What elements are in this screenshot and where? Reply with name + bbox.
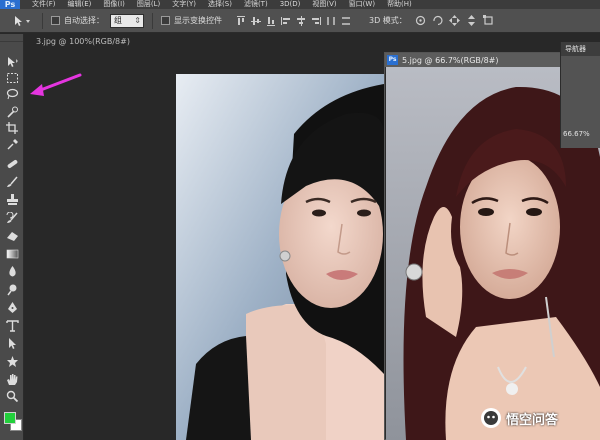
3d-pan-icon[interactable] [448, 15, 460, 26]
eyedropper-icon[interactable] [6, 138, 19, 150]
menu-image[interactable]: 图像(I) [103, 0, 125, 9]
options-separator [152, 12, 153, 29]
menu-layer[interactable]: 图层(L) [137, 0, 160, 9]
menu-filter[interactable]: 滤镜(T) [244, 0, 268, 9]
document-title: 5.jpg @ 66.7%(RGB/8#) [402, 55, 499, 65]
marquee-icon[interactable] [6, 72, 19, 84]
canvas-photo-1[interactable] [176, 74, 384, 440]
move-tool-icon [15, 15, 30, 26]
hand-icon[interactable] [6, 374, 19, 386]
distribute-icon[interactable] [326, 16, 336, 26]
options-bar: 自动选择： 组 显示变换控件 3D 模式： [0, 9, 600, 33]
auto-select-checkbox[interactable] [51, 16, 60, 25]
clone-stamp-icon[interactable] [6, 194, 19, 206]
quick-selection-icon[interactable] [6, 106, 19, 118]
align-buttons [236, 15, 351, 26]
lasso-icon[interactable] [6, 88, 19, 100]
photoshop-doc-icon: Ps [387, 55, 398, 65]
blur-icon[interactable] [6, 266, 19, 278]
annotation-arrow-icon [30, 73, 82, 96]
menu-view[interactable]: 视图(V) [312, 0, 336, 9]
align-left-icon[interactable] [281, 16, 291, 26]
menu-help[interactable]: 帮助(H) [387, 0, 412, 9]
3d-mode-buttons [415, 15, 494, 26]
distribute-icon[interactable] [341, 16, 351, 26]
toolbar-grip[interactable] [0, 34, 23, 42]
wukong-logo-icon [481, 408, 501, 428]
shape-icon[interactable] [6, 356, 19, 368]
zoom-icon[interactable] [6, 390, 19, 402]
3d-scale-icon[interactable] [482, 15, 494, 26]
pen-icon[interactable] [6, 302, 19, 314]
3d-rotate-icon[interactable] [415, 15, 426, 26]
watermark: 悟空问答 [480, 404, 596, 432]
type-icon[interactable] [6, 320, 19, 332]
tool-preset-picker[interactable] [12, 13, 34, 29]
menu-type[interactable]: 文字(Y) [172, 0, 196, 9]
dodge-icon[interactable] [6, 284, 19, 296]
menu-edit[interactable]: 编辑(E) [68, 0, 92, 9]
menu-select[interactable]: 选择(S) [208, 0, 232, 9]
show-transform-checkbox[interactable] [161, 16, 170, 25]
path-selection-icon[interactable] [6, 338, 19, 350]
foreground-color-swatch[interactable] [4, 412, 16, 424]
3d-slide-icon[interactable] [466, 15, 477, 26]
healing-brush-icon[interactable] [6, 158, 19, 170]
3d-roll-icon[interactable] [432, 15, 443, 26]
brush-icon[interactable] [6, 176, 19, 188]
options-separator [42, 12, 43, 29]
move-tool-icon[interactable] [6, 56, 19, 68]
crop-icon[interactable] [6, 122, 19, 134]
auto-select-dropdown[interactable]: 组 [110, 13, 144, 28]
menu-file[interactable]: 文件(F) [32, 0, 56, 9]
align-bottom-icon[interactable] [266, 16, 276, 26]
portrait-image [176, 74, 384, 440]
menu-bar: Ps 文件(F) 编辑(E) 图像(I) 图层(L) 文字(Y) 选择(S) 滤… [0, 0, 600, 9]
align-vcenter-icon[interactable] [251, 16, 261, 26]
navigator-tab[interactable]: 导航器 [561, 42, 600, 56]
navigator-panel: 导航器 66.67% [560, 42, 600, 148]
eraser-icon[interactable] [6, 230, 19, 242]
menu-3d[interactable]: 3D(D) [280, 0, 301, 9]
align-hcenter-icon[interactable] [296, 15, 306, 26]
document-tab[interactable]: 3.jpg @ 100%(RGB/8#) [32, 36, 186, 48]
show-transform-label: 显示变换控件 [174, 16, 222, 25]
navigator-zoom-value[interactable]: 66.67% [563, 128, 599, 140]
watermark-text: 悟空问答 [506, 412, 559, 428]
photoshop-logo: Ps [0, 0, 20, 9]
3d-mode-label: 3D 模式： [369, 16, 407, 25]
align-top-icon[interactable] [236, 15, 246, 26]
history-brush-icon[interactable] [6, 212, 19, 224]
menu-window[interactable]: 窗口(W) [349, 0, 375, 9]
auto-select-label: 自动选择： [64, 16, 104, 25]
tools-panel [0, 34, 24, 440]
align-right-icon[interactable] [311, 16, 321, 26]
gradient-icon[interactable] [6, 248, 19, 260]
